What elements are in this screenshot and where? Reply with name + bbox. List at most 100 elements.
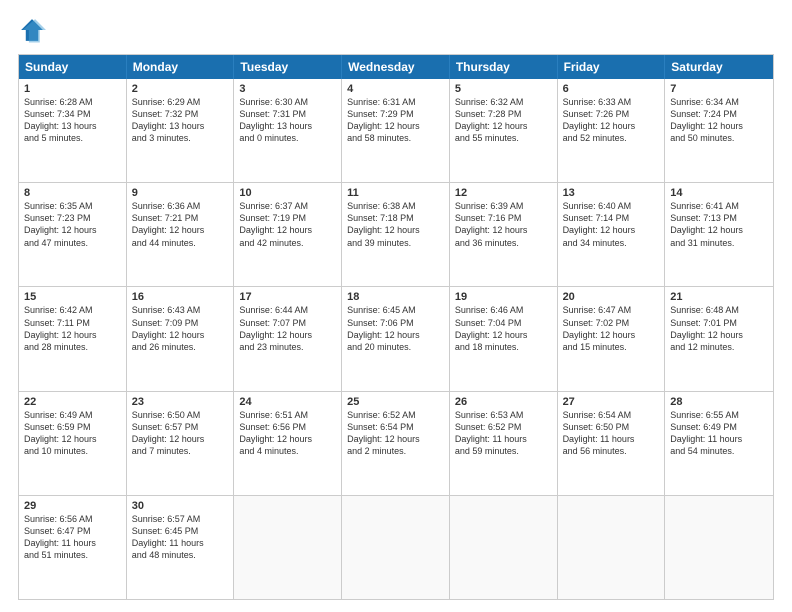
day-info: Sunrise: 6:33 AM Sunset: 7:26 PM Dayligh… [563,96,660,145]
day-info: Sunrise: 6:53 AM Sunset: 6:52 PM Dayligh… [455,409,552,458]
day-number: 27 [563,396,660,408]
day-cell-3: 3Sunrise: 6:30 AM Sunset: 7:31 PM Daylig… [234,79,342,182]
header-day-monday: Monday [127,55,235,79]
day-info: Sunrise: 6:37 AM Sunset: 7:19 PM Dayligh… [239,200,336,249]
header-day-tuesday: Tuesday [234,55,342,79]
day-cell-25: 25Sunrise: 6:52 AM Sunset: 6:54 PM Dayli… [342,392,450,495]
day-cell-13: 13Sunrise: 6:40 AM Sunset: 7:14 PM Dayli… [558,183,666,286]
header-day-saturday: Saturday [665,55,773,79]
day-cell-8: 8Sunrise: 6:35 AM Sunset: 7:23 PM Daylig… [19,183,127,286]
day-info: Sunrise: 6:45 AM Sunset: 7:06 PM Dayligh… [347,304,444,353]
day-info: Sunrise: 6:48 AM Sunset: 7:01 PM Dayligh… [670,304,768,353]
day-number: 13 [563,187,660,199]
day-cell-5: 5Sunrise: 6:32 AM Sunset: 7:28 PM Daylig… [450,79,558,182]
day-cell-27: 27Sunrise: 6:54 AM Sunset: 6:50 PM Dayli… [558,392,666,495]
day-cell-1: 1Sunrise: 6:28 AM Sunset: 7:34 PM Daylig… [19,79,127,182]
day-number: 1 [24,83,121,95]
day-info: Sunrise: 6:44 AM Sunset: 7:07 PM Dayligh… [239,304,336,353]
day-cell-30: 30Sunrise: 6:57 AM Sunset: 6:45 PM Dayli… [127,496,235,599]
day-number: 14 [670,187,768,199]
header-day-wednesday: Wednesday [342,55,450,79]
day-info: Sunrise: 6:50 AM Sunset: 6:57 PM Dayligh… [132,409,229,458]
calendar-row-2: 8Sunrise: 6:35 AM Sunset: 7:23 PM Daylig… [19,183,773,287]
day-number: 15 [24,291,121,303]
day-info: Sunrise: 6:49 AM Sunset: 6:59 PM Dayligh… [24,409,121,458]
day-info: Sunrise: 6:28 AM Sunset: 7:34 PM Dayligh… [24,96,121,145]
day-info: Sunrise: 6:54 AM Sunset: 6:50 PM Dayligh… [563,409,660,458]
day-number: 29 [24,500,121,512]
day-info: Sunrise: 6:38 AM Sunset: 7:18 PM Dayligh… [347,200,444,249]
day-info: Sunrise: 6:32 AM Sunset: 7:28 PM Dayligh… [455,96,552,145]
day-number: 24 [239,396,336,408]
day-info: Sunrise: 6:46 AM Sunset: 7:04 PM Dayligh… [455,304,552,353]
day-info: Sunrise: 6:55 AM Sunset: 6:49 PM Dayligh… [670,409,768,458]
day-info: Sunrise: 6:30 AM Sunset: 7:31 PM Dayligh… [239,96,336,145]
day-number: 26 [455,396,552,408]
calendar-row-3: 15Sunrise: 6:42 AM Sunset: 7:11 PM Dayli… [19,287,773,391]
day-cell-14: 14Sunrise: 6:41 AM Sunset: 7:13 PM Dayli… [665,183,773,286]
day-info: Sunrise: 6:52 AM Sunset: 6:54 PM Dayligh… [347,409,444,458]
day-info: Sunrise: 6:42 AM Sunset: 7:11 PM Dayligh… [24,304,121,353]
day-cell-29: 29Sunrise: 6:56 AM Sunset: 6:47 PM Dayli… [19,496,127,599]
day-info: Sunrise: 6:34 AM Sunset: 7:24 PM Dayligh… [670,96,768,145]
day-cell-2: 2Sunrise: 6:29 AM Sunset: 7:32 PM Daylig… [127,79,235,182]
day-info: Sunrise: 6:43 AM Sunset: 7:09 PM Dayligh… [132,304,229,353]
day-info: Sunrise: 6:51 AM Sunset: 6:56 PM Dayligh… [239,409,336,458]
logo [18,16,50,44]
day-cell-9: 9Sunrise: 6:36 AM Sunset: 7:21 PM Daylig… [127,183,235,286]
day-number: 9 [132,187,229,199]
day-cell-28: 28Sunrise: 6:55 AM Sunset: 6:49 PM Dayli… [665,392,773,495]
day-cell-18: 18Sunrise: 6:45 AM Sunset: 7:06 PM Dayli… [342,287,450,390]
day-number: 23 [132,396,229,408]
day-cell-17: 17Sunrise: 6:44 AM Sunset: 7:07 PM Dayli… [234,287,342,390]
day-cell-10: 10Sunrise: 6:37 AM Sunset: 7:19 PM Dayli… [234,183,342,286]
day-cell-7: 7Sunrise: 6:34 AM Sunset: 7:24 PM Daylig… [665,79,773,182]
day-number: 21 [670,291,768,303]
day-number: 25 [347,396,444,408]
calendar-header: SundayMondayTuesdayWednesdayThursdayFrid… [19,55,773,79]
day-cell-6: 6Sunrise: 6:33 AM Sunset: 7:26 PM Daylig… [558,79,666,182]
day-number: 30 [132,500,229,512]
day-cell-11: 11Sunrise: 6:38 AM Sunset: 7:18 PM Dayli… [342,183,450,286]
day-cell-24: 24Sunrise: 6:51 AM Sunset: 6:56 PM Dayli… [234,392,342,495]
day-cell-23: 23Sunrise: 6:50 AM Sunset: 6:57 PM Dayli… [127,392,235,495]
day-number: 7 [670,83,768,95]
day-cell-20: 20Sunrise: 6:47 AM Sunset: 7:02 PM Dayli… [558,287,666,390]
empty-cell [342,496,450,599]
day-info: Sunrise: 6:41 AM Sunset: 7:13 PM Dayligh… [670,200,768,249]
day-number: 18 [347,291,444,303]
day-info: Sunrise: 6:31 AM Sunset: 7:29 PM Dayligh… [347,96,444,145]
logo-icon [18,16,46,44]
header-day-friday: Friday [558,55,666,79]
day-info: Sunrise: 6:47 AM Sunset: 7:02 PM Dayligh… [563,304,660,353]
day-cell-21: 21Sunrise: 6:48 AM Sunset: 7:01 PM Dayli… [665,287,773,390]
day-cell-4: 4Sunrise: 6:31 AM Sunset: 7:29 PM Daylig… [342,79,450,182]
day-number: 17 [239,291,336,303]
day-number: 11 [347,187,444,199]
header [18,16,774,44]
day-cell-16: 16Sunrise: 6:43 AM Sunset: 7:09 PM Dayli… [127,287,235,390]
page: SundayMondayTuesdayWednesdayThursdayFrid… [0,0,792,612]
day-number: 20 [563,291,660,303]
empty-cell [234,496,342,599]
day-number: 2 [132,83,229,95]
day-info: Sunrise: 6:35 AM Sunset: 7:23 PM Dayligh… [24,200,121,249]
day-cell-26: 26Sunrise: 6:53 AM Sunset: 6:52 PM Dayli… [450,392,558,495]
empty-cell [558,496,666,599]
day-info: Sunrise: 6:56 AM Sunset: 6:47 PM Dayligh… [24,513,121,562]
day-number: 5 [455,83,552,95]
day-info: Sunrise: 6:29 AM Sunset: 7:32 PM Dayligh… [132,96,229,145]
day-info: Sunrise: 6:40 AM Sunset: 7:14 PM Dayligh… [563,200,660,249]
day-number: 28 [670,396,768,408]
day-info: Sunrise: 6:57 AM Sunset: 6:45 PM Dayligh… [132,513,229,562]
day-number: 19 [455,291,552,303]
empty-cell [665,496,773,599]
header-day-sunday: Sunday [19,55,127,79]
day-number: 3 [239,83,336,95]
day-number: 12 [455,187,552,199]
day-number: 4 [347,83,444,95]
calendar-row-5: 29Sunrise: 6:56 AM Sunset: 6:47 PM Dayli… [19,496,773,599]
day-info: Sunrise: 6:36 AM Sunset: 7:21 PM Dayligh… [132,200,229,249]
calendar-body: 1Sunrise: 6:28 AM Sunset: 7:34 PM Daylig… [19,79,773,599]
empty-cell [450,496,558,599]
